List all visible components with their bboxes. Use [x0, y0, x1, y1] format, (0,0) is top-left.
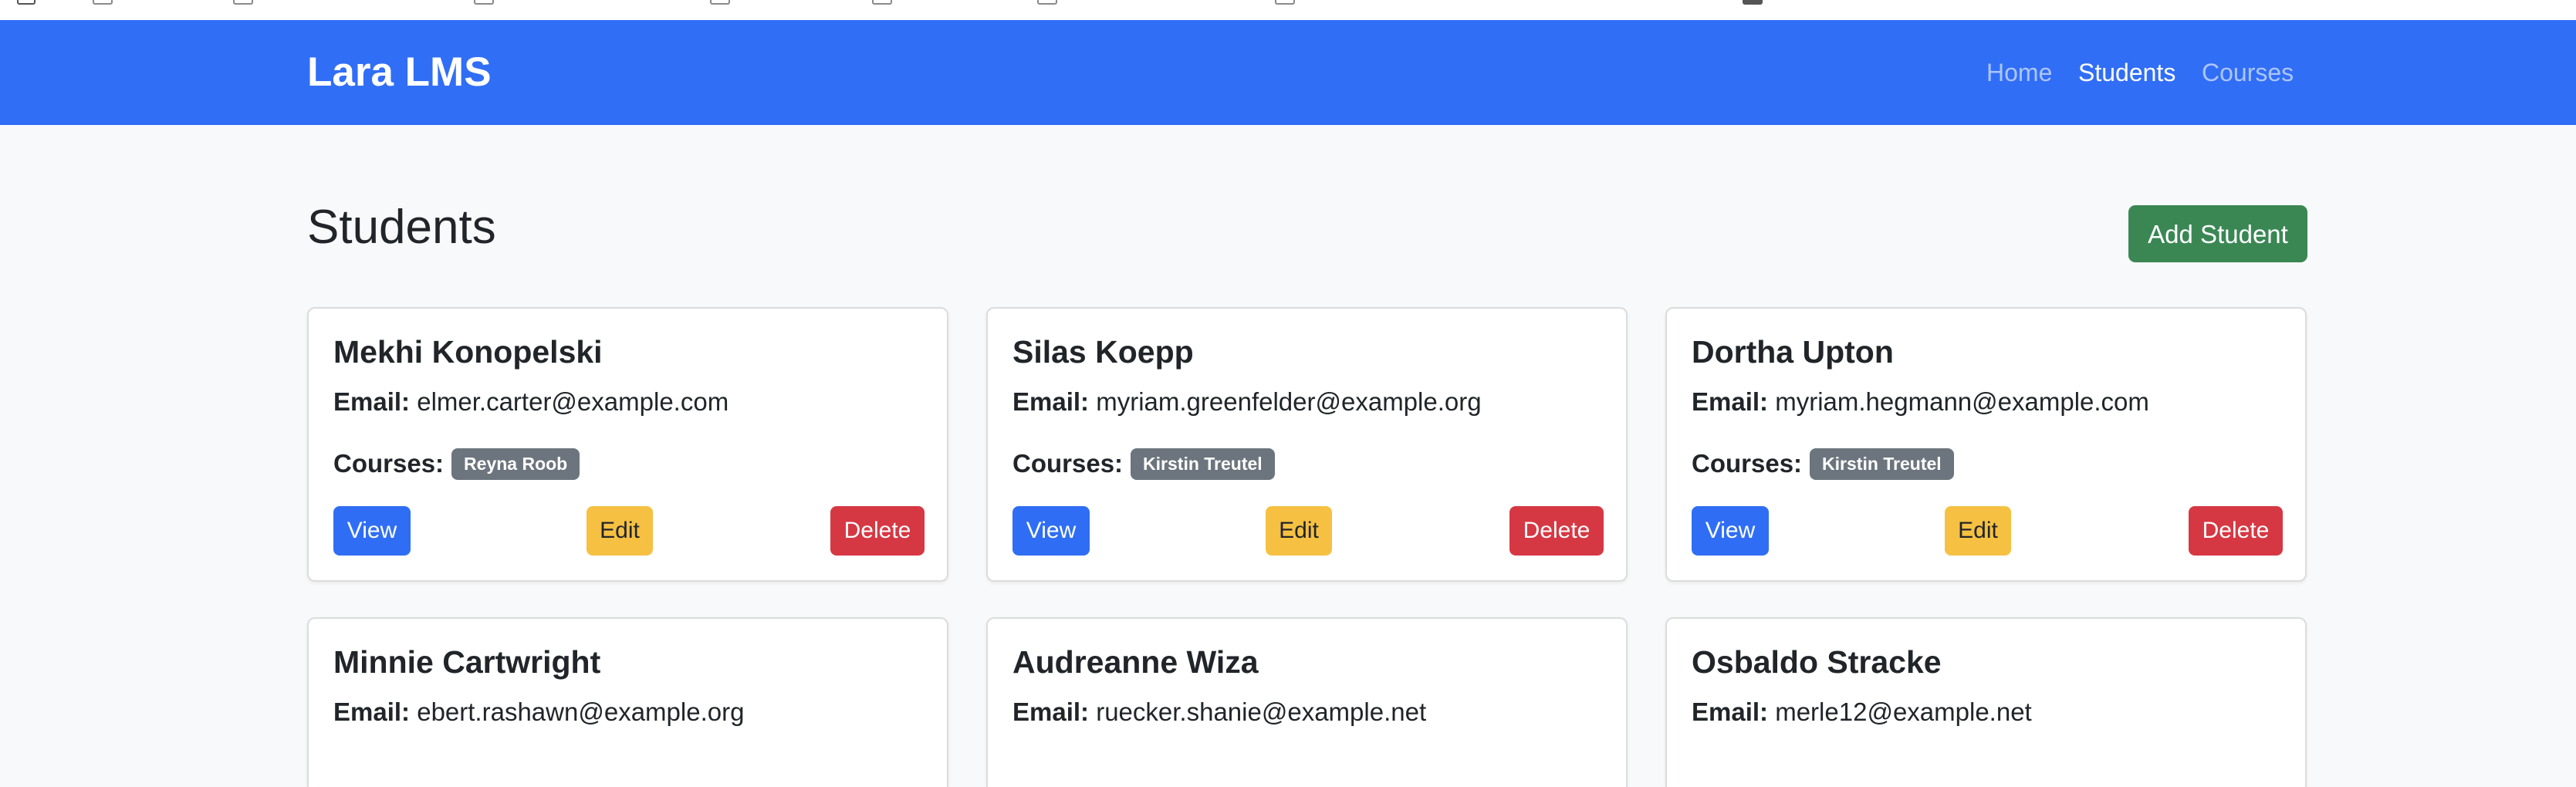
- student-name: Dortha Upton: [1692, 334, 1894, 370]
- bookmark-folder-icon[interactable]: [1037, 0, 1057, 5]
- email-label: Email:: [333, 697, 411, 726]
- student-name: Audreanne Wiza: [1012, 644, 1259, 680]
- student-card: Osbaldo Stracke Email: merle12@example.n…: [1665, 617, 2307, 787]
- nav-link-students[interactable]: Students: [2078, 51, 2175, 94]
- student-card: Minnie Cartwright Email: ebert.rashawn@e…: [307, 617, 948, 787]
- student-courses: Courses: Kirstin Treutel: [1692, 444, 1954, 483]
- student-name: Mekhi Konopelski: [333, 334, 603, 370]
- navbar: Lara LMS Home Students Courses: [0, 20, 2576, 125]
- email-label: Email:: [333, 387, 411, 416]
- nav-link-courses[interactable]: Courses: [2202, 51, 2294, 94]
- edit-button[interactable]: Edit: [1945, 506, 2011, 556]
- email-value: myriam.greenfelder@example.org: [1096, 387, 1482, 416]
- courses-label: Courses:: [333, 449, 445, 478]
- student-email: Email: elmer.carter@example.com: [333, 383, 729, 421]
- browser-bookmarks-strip: [0, 0, 2576, 20]
- apps-icon[interactable]: [17, 0, 35, 5]
- email-label: Email:: [1012, 697, 1090, 726]
- courses-label: Courses:: [1692, 449, 1803, 478]
- student-card: Silas Koepp Email: myriam.greenfelder@ex…: [986, 307, 1628, 582]
- add-student-button[interactable]: Add Student: [2128, 205, 2307, 262]
- student-courses: Courses: Kirstin Treutel: [1012, 444, 1275, 483]
- course-badge: Kirstin Treutel: [1810, 448, 1954, 480]
- bookmark-folder-icon[interactable]: [474, 0, 494, 5]
- view-button[interactable]: View: [1692, 506, 1769, 556]
- delete-button[interactable]: Delete: [2189, 506, 2283, 556]
- delete-button[interactable]: Delete: [830, 506, 925, 556]
- edit-button[interactable]: Edit: [587, 506, 653, 556]
- bookmark-folder-icon[interactable]: [93, 0, 113, 5]
- courses-label: Courses:: [1012, 449, 1124, 478]
- course-badge: Reyna Roob: [451, 448, 580, 480]
- bookmark-folder-icon[interactable]: [710, 0, 730, 5]
- bookmark-folder-icon[interactable]: [872, 0, 892, 5]
- bookmark-icon[interactable]: [1743, 0, 1763, 5]
- student-email: Email: myriam.hegmann@example.com: [1692, 383, 2149, 421]
- view-button[interactable]: View: [1012, 506, 1090, 556]
- brand-logo[interactable]: Lara LMS: [307, 42, 492, 103]
- email-value: elmer.carter@example.com: [417, 387, 729, 416]
- course-badge: Kirstin Treutel: [1131, 448, 1275, 480]
- nav-link-home[interactable]: Home: [1986, 51, 2052, 94]
- student-email: Email: ebert.rashawn@example.org: [333, 693, 744, 731]
- edit-button[interactable]: Edit: [1266, 506, 1332, 556]
- email-value: ebert.rashawn@example.org: [417, 697, 745, 726]
- student-name: Minnie Cartwright: [333, 644, 601, 680]
- student-name: Silas Koepp: [1012, 334, 1194, 370]
- view-button[interactable]: View: [333, 506, 411, 556]
- bookmark-folder-icon[interactable]: [233, 0, 253, 5]
- student-card: Dortha Upton Email: myriam.hegmann@examp…: [1665, 307, 2307, 582]
- student-card: Audreanne Wiza Email: ruecker.shanie@exa…: [986, 617, 1628, 787]
- student-email: Email: merle12@example.net: [1692, 693, 2032, 731]
- page-title: Students: [307, 201, 496, 254]
- email-label: Email:: [1692, 387, 1769, 416]
- student-card: Mekhi Konopelski Email: elmer.carter@exa…: [307, 307, 948, 582]
- delete-button[interactable]: Delete: [1509, 506, 1604, 556]
- email-value: ruecker.shanie@example.net: [1096, 697, 1427, 726]
- student-name: Osbaldo Stracke: [1692, 644, 1942, 680]
- student-email: Email: myriam.greenfelder@example.org: [1012, 383, 1482, 421]
- email-label: Email:: [1012, 387, 1090, 416]
- bookmark-folder-icon[interactable]: [1275, 0, 1295, 5]
- email-value: myriam.hegmann@example.com: [1775, 387, 2149, 416]
- student-email: Email: ruecker.shanie@example.net: [1012, 693, 1426, 731]
- email-label: Email:: [1692, 697, 1769, 726]
- student-courses: Courses: Reyna Roob: [333, 444, 580, 483]
- email-value: merle12@example.net: [1775, 697, 2032, 726]
